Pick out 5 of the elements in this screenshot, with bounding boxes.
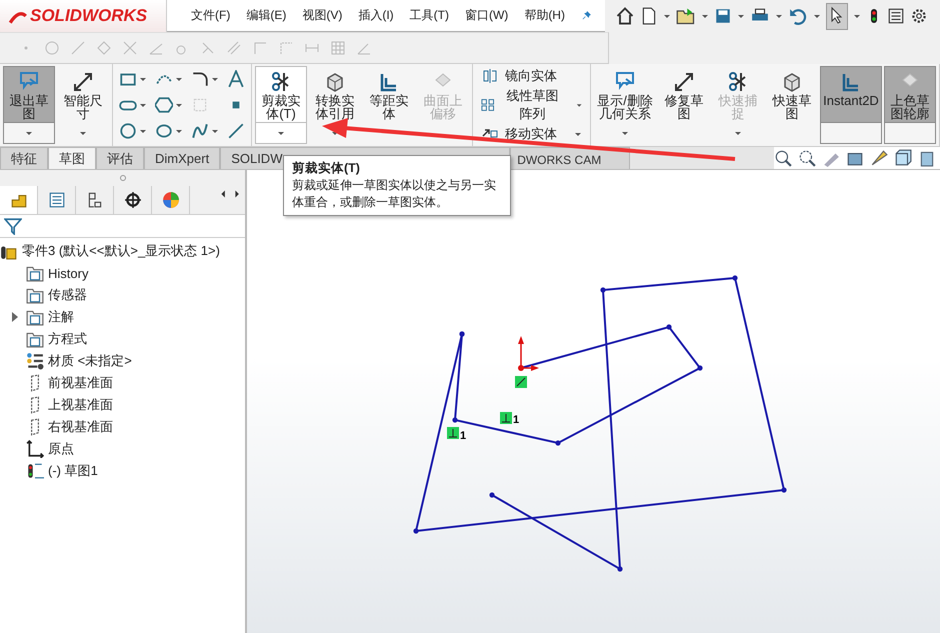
tooltip-title: 剪裁实体(T) <box>292 160 361 177</box>
relation-label: 1 <box>460 430 466 442</box>
tooltip-text: 剪裁或延伸一草图实体以使之与另一实体重合，或删除一草图实体。 <box>292 177 497 211</box>
relation-label: 1 <box>513 414 520 426</box>
logo-text: SOLIDWORKS <box>30 6 148 26</box>
